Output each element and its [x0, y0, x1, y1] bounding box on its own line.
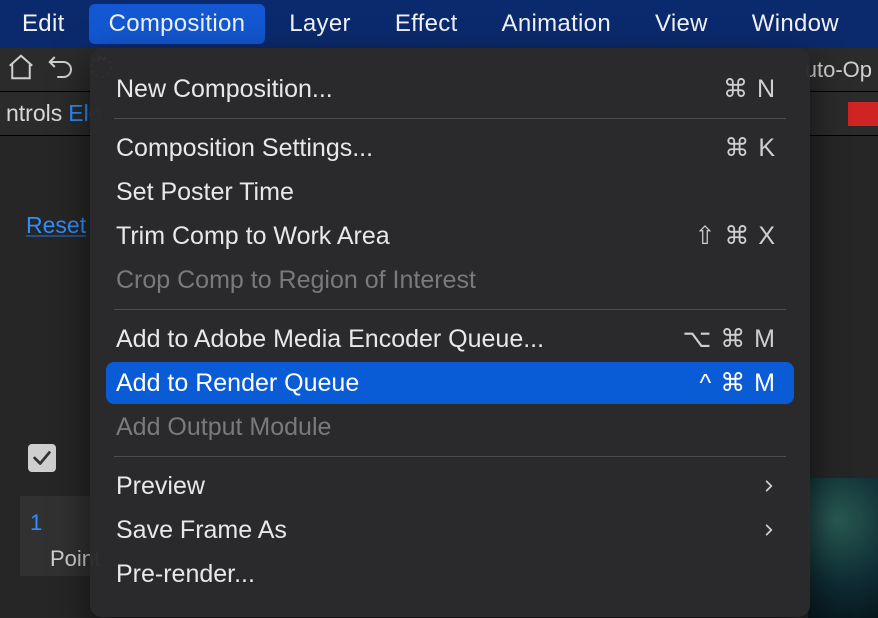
- panel-tab-prefix: ntrols: [0, 100, 68, 127]
- menu-add-to-ame-queue[interactable]: Add to Adobe Media Encoder Queue... ⌥ ⌘ …: [106, 318, 794, 360]
- menu-item-label: Trim Comp to Work Area: [116, 222, 390, 251]
- menu-composition-settings[interactable]: Composition Settings... ⌘ K: [106, 127, 794, 169]
- menu-save-frame-as[interactable]: Save Frame As: [106, 509, 794, 551]
- menu-item-shortcut: ⌘ N: [723, 74, 776, 104]
- menu-item-shortcut: ^ ⌘ M: [700, 368, 776, 398]
- composition-dropdown: New Composition... ⌘ N Composition Setti…: [90, 48, 810, 617]
- menubar-item-view[interactable]: View: [635, 4, 728, 44]
- menu-item-label: Crop Comp to Region of Interest: [116, 266, 476, 295]
- menu-item-shortcut: ⌘ K: [724, 133, 776, 163]
- menubar-item-animation[interactable]: Animation: [482, 4, 631, 44]
- property-checkbox[interactable]: [28, 444, 56, 472]
- undo-icon[interactable]: [46, 52, 76, 88]
- menu-preview[interactable]: Preview: [106, 465, 794, 507]
- menubar: Edit Composition Layer Effect Animation …: [0, 0, 878, 48]
- menu-item-shortcut: ⌥ ⌘ M: [682, 324, 776, 354]
- menubar-item-edit[interactable]: Edit: [2, 4, 85, 44]
- menu-separator: [114, 118, 786, 119]
- menu-new-composition[interactable]: New Composition... ⌘ N: [106, 68, 794, 110]
- menu-trim-comp[interactable]: Trim Comp to Work Area ⇧ ⌘ X: [106, 215, 794, 257]
- menu-item-label: Add to Adobe Media Encoder Queue...: [116, 325, 544, 354]
- menubar-item-window[interactable]: Window: [732, 4, 859, 44]
- menubar-item-layer[interactable]: Layer: [269, 4, 371, 44]
- menubar-item-effect[interactable]: Effect: [375, 4, 478, 44]
- menu-crop-comp: Crop Comp to Region of Interest: [106, 259, 794, 301]
- toolbar-right-label: uto-Op: [805, 57, 872, 83]
- chevron-right-icon: [762, 479, 776, 493]
- menu-item-label: Preview: [116, 472, 205, 501]
- menu-add-output-module: Add Output Module: [106, 406, 794, 448]
- menu-item-label: New Composition...: [116, 75, 333, 104]
- menu-item-label: Add Output Module: [116, 413, 331, 442]
- reset-link[interactable]: Reset: [26, 212, 86, 239]
- menu-item-label: Set Poster Time: [116, 178, 294, 207]
- menubar-item-composition[interactable]: Composition: [89, 4, 266, 44]
- menu-item-label: Save Frame As: [116, 516, 287, 545]
- home-icon[interactable]: [6, 52, 36, 88]
- menu-item-shortcut: ⇧ ⌘ X: [694, 221, 776, 251]
- viewer-background: [808, 478, 878, 618]
- record-indicator-icon: [848, 102, 878, 126]
- menu-item-label: Add to Render Queue: [116, 369, 359, 398]
- menu-item-label: Composition Settings...: [116, 134, 373, 163]
- menu-pre-render[interactable]: Pre-render...: [106, 553, 794, 595]
- menu-set-poster-time[interactable]: Set Poster Time: [106, 171, 794, 213]
- chevron-right-icon: [762, 523, 776, 537]
- menu-add-to-render-queue[interactable]: Add to Render Queue ^ ⌘ M: [106, 362, 794, 404]
- menu-item-label: Pre-render...: [116, 560, 255, 589]
- menu-separator: [114, 309, 786, 310]
- menu-separator: [114, 456, 786, 457]
- row-number[interactable]: 1: [30, 510, 42, 536]
